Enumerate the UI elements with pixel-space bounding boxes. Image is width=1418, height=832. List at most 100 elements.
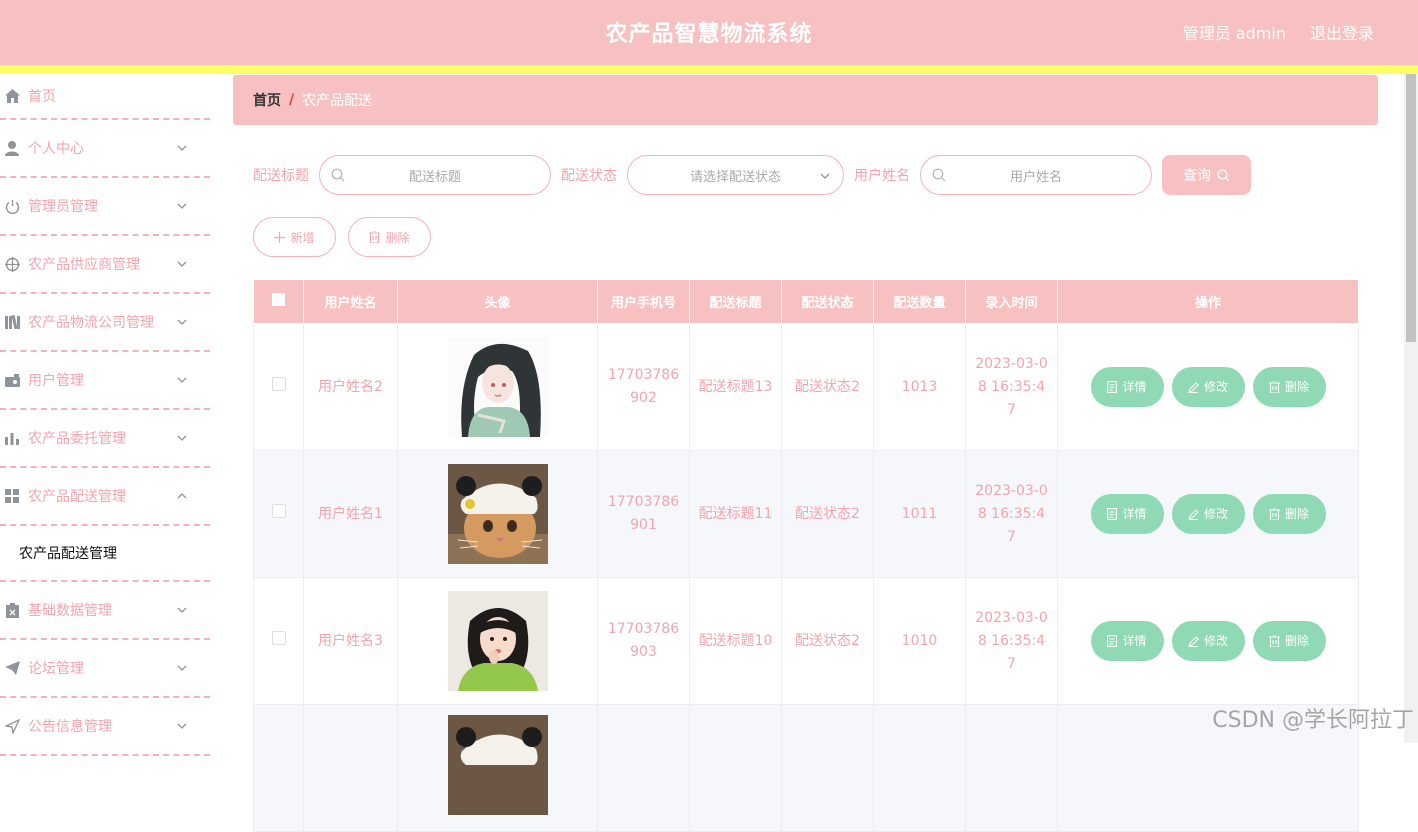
- chevron-up-icon: [177, 493, 187, 499]
- sidebar-item-forum-management[interactable]: 论坛管理: [0, 640, 210, 698]
- sidebar-item-label: 农产品配送管理: [28, 489, 126, 505]
- row-checkbox[interactable]: [271, 376, 286, 391]
- sidebar-item-label: 农产品物流公司管理: [28, 315, 154, 331]
- sidebar-item-label: 论坛管理: [28, 661, 84, 677]
- edit-button-label: 修改: [1203, 633, 1228, 648]
- user-icon: [4, 140, 20, 156]
- select-all-checkbox[interactable]: [272, 293, 285, 306]
- title-filter-input[interactable]: 配送标题: [319, 155, 551, 195]
- delivery-quantity-cell: 1010: [873, 577, 966, 705]
- batch-delete-button[interactable]: 删除: [348, 217, 431, 257]
- pencil-icon: [1188, 381, 1199, 393]
- column-header: 用户手机号: [597, 279, 690, 324]
- camera-icon: [4, 372, 20, 388]
- table-row: 用户姓名1 17703786901 配送标题11 配送状态2 1011 2023…: [253, 450, 1359, 578]
- chevron-down-icon: [177, 607, 187, 613]
- row-checkbox-cell[interactable]: [253, 323, 304, 451]
- breadcrumb-home[interactable]: 首页: [253, 90, 281, 110]
- sidebar-item-delivery-management[interactable]: 农产品配送管理: [0, 468, 210, 526]
- sidebar-item-label: 农产品供应商管理: [28, 257, 140, 273]
- sidebar-item-admin-management[interactable]: 管理员管理: [0, 178, 210, 236]
- sidebar-item-supplier-management[interactable]: 农产品供应商管理: [0, 236, 210, 294]
- row-checkbox[interactable]: [271, 503, 286, 518]
- sidebar-item-entrust-management[interactable]: 农产品委托管理: [0, 410, 210, 468]
- delivery-title-cell: 配送标题11: [689, 450, 782, 578]
- select-all-cell[interactable]: [253, 279, 304, 324]
- sidebar-item-logistics-company-management[interactable]: 农产品物流公司管理: [0, 294, 210, 352]
- sidebar-item-home[interactable]: 首页: [0, 74, 210, 120]
- status-filter-select[interactable]: 请选择配送状态: [627, 155, 844, 195]
- detail-button[interactable]: 详情: [1090, 494, 1164, 534]
- row-checkbox-cell[interactable]: [253, 577, 304, 705]
- user-name-cell: 用户姓名3: [303, 577, 398, 705]
- avatar: [447, 591, 548, 691]
- chevron-down-icon: [177, 665, 187, 671]
- delivery-status-cell: [781, 704, 874, 832]
- sidebar-item-label: 管理员管理: [28, 199, 98, 215]
- current-user-label: 管理员 admin: [1182, 24, 1286, 43]
- delivery-status-cell: 配送状态2: [781, 577, 874, 705]
- page-scrollbar-thumb[interactable]: [1406, 74, 1416, 342]
- sidebar-item-basic-data-management[interactable]: 基础数据管理: [0, 582, 210, 640]
- avatar-cell: [397, 704, 598, 832]
- home-icon: [4, 88, 20, 104]
- row-checkbox-cell[interactable]: [253, 450, 304, 578]
- pencil-icon: [1188, 635, 1199, 647]
- sidebar-item-personal-center[interactable]: 个人中心: [0, 120, 210, 178]
- entry-time-cell: [965, 704, 1058, 832]
- entry-time-cell: 2023-03-08 16:35:47: [965, 577, 1058, 705]
- chevron-down-icon: [177, 261, 187, 267]
- search-icon: [932, 168, 946, 182]
- avatar: [447, 337, 548, 437]
- avatar-cell: [397, 577, 598, 705]
- entry-time-cell: 2023-03-08 16:35:47: [965, 323, 1058, 451]
- column-header: 配送数量: [873, 279, 966, 324]
- query-button[interactable]: 查询: [1162, 155, 1251, 195]
- delete-button-label: 删除: [1284, 379, 1309, 394]
- submenu-item-delivery-management[interactable]: 农产品配送管理: [0, 526, 210, 582]
- status-filter-label: 配送状态: [561, 168, 617, 184]
- avatar-cell: [397, 450, 598, 578]
- user-name-cell: [303, 704, 398, 832]
- row-checkbox[interactable]: [271, 630, 286, 645]
- document-icon: [1107, 381, 1118, 393]
- grid-icon: [4, 488, 20, 504]
- detail-button[interactable]: 详情: [1090, 367, 1164, 407]
- document-icon: [1107, 635, 1118, 647]
- chevron-down-icon: [177, 145, 187, 151]
- column-header: 配送标题: [689, 279, 782, 324]
- column-header: 录入时间: [965, 279, 1058, 324]
- sidebar-item-notice-management[interactable]: 公告信息管理: [0, 698, 210, 756]
- detail-button-label: 详情: [1122, 379, 1147, 394]
- detail-button-label: 详情: [1122, 506, 1147, 521]
- delete-button[interactable]: 删除: [1252, 621, 1326, 661]
- main-content: 首页 / 农产品配送 配送标题 配送标题 配送状态 请选择配送状态 用户姓名 用…: [210, 74, 1404, 832]
- chevron-down-icon: [177, 435, 187, 441]
- edit-button[interactable]: 修改: [1171, 621, 1245, 661]
- trash-icon: [1268, 635, 1280, 647]
- add-button[interactable]: 新增: [253, 217, 336, 257]
- edit-button[interactable]: 修改: [1171, 494, 1245, 534]
- delete-button[interactable]: 删除: [1252, 367, 1326, 407]
- chevron-down-icon: [177, 319, 187, 325]
- row-checkbox-cell[interactable]: [253, 704, 304, 832]
- add-button-label: 新增: [290, 230, 315, 245]
- edit-button-label: 修改: [1203, 506, 1228, 521]
- delivery-title-cell: 配送标题13: [689, 323, 782, 451]
- user-filter-input[interactable]: 用户姓名: [920, 155, 1152, 195]
- trash-icon: [369, 231, 381, 243]
- logout-link[interactable]: 退出登录: [1310, 20, 1374, 44]
- title-filter-label: 配送标题: [253, 168, 309, 184]
- crosshair-icon: [4, 256, 20, 272]
- delivery-status-cell: 配送状态2: [781, 450, 874, 578]
- entry-time-cell: 2023-03-08 16:35:47: [965, 450, 1058, 578]
- sidebar-menu: 首页 个人中心 管理员管理 农产品供应商管理 农产品物流公司管理 用户管理 农产…: [0, 74, 210, 756]
- title-filter-placeholder: 配送标题: [408, 169, 461, 185]
- edit-button[interactable]: 修改: [1171, 367, 1245, 407]
- sidebar-item-label: 个人中心: [28, 141, 84, 157]
- sidebar-item-user-management[interactable]: 用户管理: [0, 352, 210, 410]
- detail-button[interactable]: 详情: [1090, 621, 1164, 661]
- delete-button[interactable]: 删除: [1252, 494, 1326, 534]
- search-icon: [1217, 169, 1230, 181]
- delivery-table: 用户姓名 头像 用户手机号 配送标题 配送状态 配送数量 录入时间 操作 用户姓…: [253, 279, 1359, 832]
